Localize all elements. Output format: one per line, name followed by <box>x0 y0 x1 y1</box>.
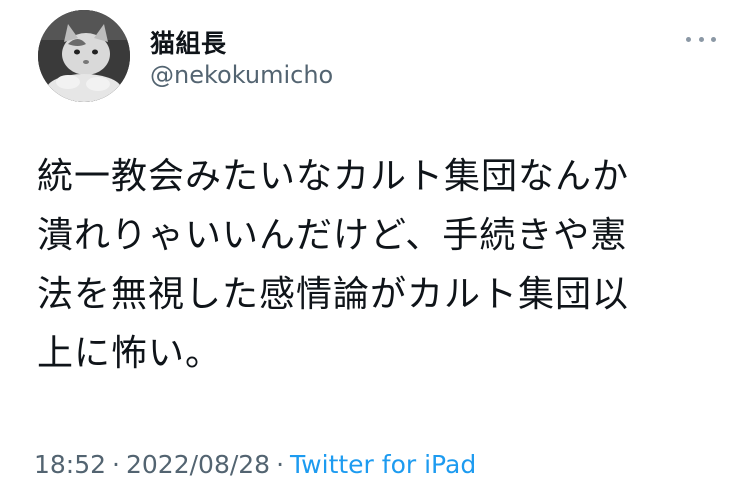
tweet-source-link[interactable]: Twitter for iPad <box>290 450 476 479</box>
tweet-text-line: 法を無視した感情論がカルト集団以 <box>37 274 630 315</box>
more-options-icon[interactable] <box>686 34 716 44</box>
tweet-date[interactable]: 2022/08/28 <box>126 450 270 479</box>
tweet-text: 統一教会みたいなカルト集団なんか 潰れりゃいいんだけど、手続きや憲 法を無視した… <box>37 147 717 383</box>
cat-avatar-icon <box>38 10 130 102</box>
more-dot <box>698 36 704 42</box>
more-dot <box>686 36 691 42</box>
tweet-text-line: 潰れりゃいいんだけど、手続きや憲 <box>37 215 628 256</box>
user-handle[interactable]: @nekokumicho <box>150 61 333 89</box>
separator: · <box>276 450 285 479</box>
display-name[interactable]: 猫組長 <box>150 24 227 60</box>
tweet-card: 猫組長 @nekokumicho 統一教会みたいなカルト集団なんか 潰れりゃいい… <box>0 0 749 494</box>
tweet-text-line: 統一教会みたいなカルト集団なんか <box>37 156 630 197</box>
separator: · <box>112 450 120 479</box>
tweet-time[interactable]: 18:52 <box>34 450 106 479</box>
tweet-metadata: 18:52 · 2022/08/28 · Twitter for iPad <box>34 450 476 479</box>
tweet-text-line: 上に怖い。 <box>37 333 223 374</box>
avatar[interactable] <box>38 10 130 102</box>
more-dot <box>711 36 716 42</box>
